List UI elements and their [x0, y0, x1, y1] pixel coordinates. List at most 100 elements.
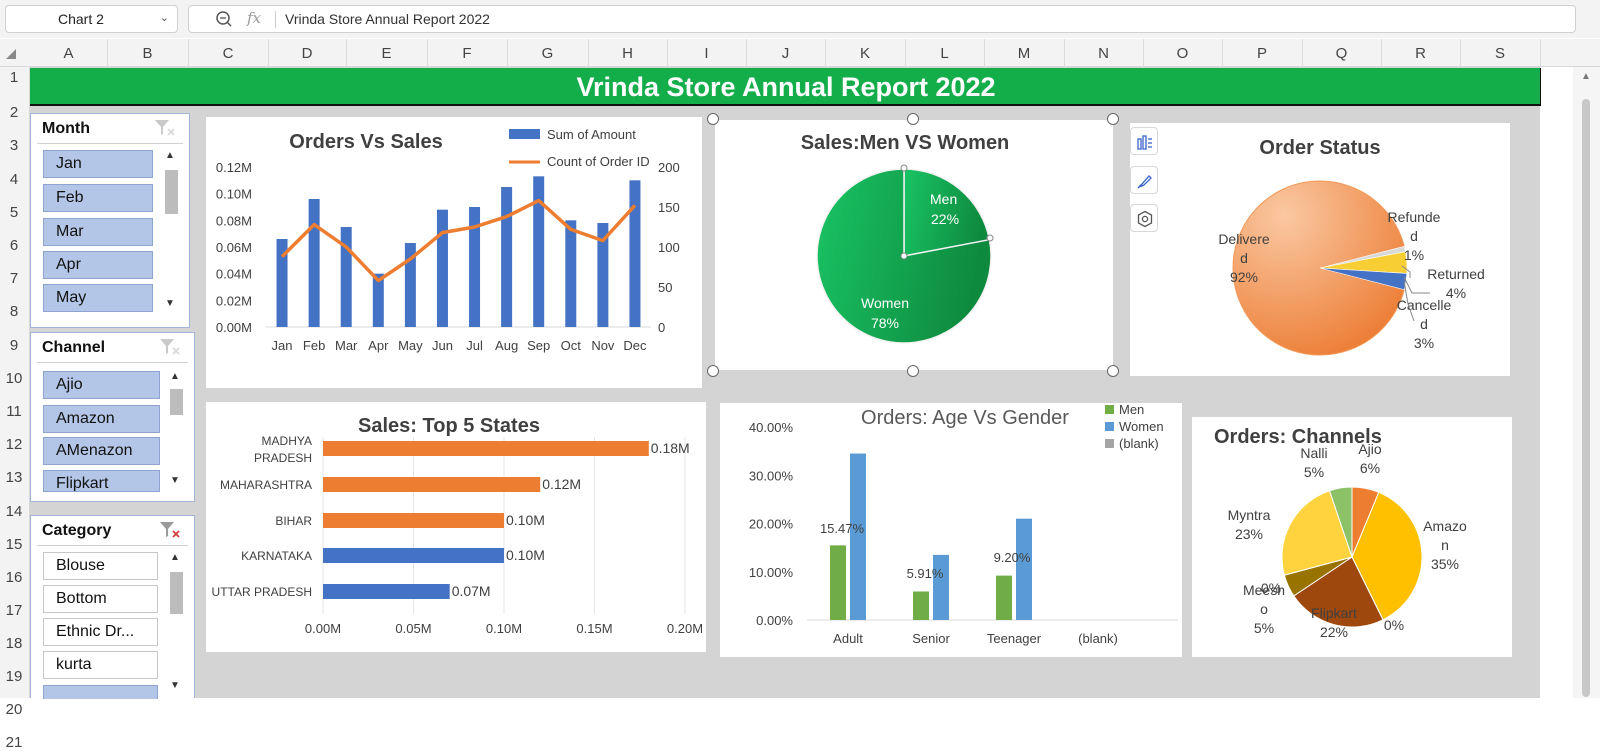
formula-input[interactable]: fx Vrinda Store Annual Report 2022	[188, 5, 1576, 33]
column-header-r[interactable]: R	[1381, 45, 1460, 62]
chart-filters-icon[interactable]	[1130, 204, 1158, 232]
scroll-up-icon[interactable]: ▲	[1581, 71, 1591, 82]
select-all-icon[interactable]	[6, 49, 16, 59]
column-header-g[interactable]: G	[507, 45, 588, 62]
column-header-q[interactable]: Q	[1302, 45, 1381, 62]
slicer-item-blouse[interactable]: Blouse	[43, 552, 158, 580]
column-header-n[interactable]: N	[1064, 45, 1143, 62]
order-status-chart[interactable]: Order Status Delivere d 92% Refunde d 1% Return…	[1130, 123, 1510, 376]
column-header-s[interactable]: S	[1460, 45, 1540, 62]
column-header-c[interactable]: C	[188, 45, 268, 62]
resize-handle[interactable]	[707, 365, 719, 377]
orders-channels-chart[interactable]: Orders: Channels Ajio 6% Amazo n 35% 0% Flipkar…	[1192, 417, 1512, 657]
orders-age-gender-chart[interactable]: Orders: Age Vs Gender Men Women (blank) 0.00…	[720, 403, 1182, 657]
title-banner[interactable]: Vrinda Store Annual Report 2022	[30, 68, 1542, 106]
chevron-down-icon[interactable]: ⌄	[160, 11, 169, 24]
column-header-j[interactable]: J	[746, 45, 825, 62]
row-header-9[interactable]: 9	[0, 337, 28, 354]
slicer-scroll-thumb[interactable]	[165, 170, 178, 214]
row-header-18[interactable]: 18	[0, 635, 28, 652]
column-header-f[interactable]: F	[427, 45, 507, 62]
scroll-down-icon[interactable]: ▼	[165, 298, 175, 309]
column-header-e[interactable]: E	[346, 45, 427, 62]
row-header-20[interactable]: 20	[0, 701, 28, 718]
slicer-item-flipkart[interactable]: Flipkart	[43, 470, 160, 492]
slicer-item-amenazon[interactable]: AMenazon	[43, 437, 160, 465]
resize-handle[interactable]	[1107, 113, 1119, 125]
row-header-13[interactable]: 13	[0, 469, 28, 486]
column-header-b[interactable]: B	[107, 45, 188, 62]
category-slicer[interactable]: Category Blouse Bottom Ethnic Dr... kurt…	[30, 515, 195, 699]
slicer-scrollbar[interactable]: ▲ ▼	[168, 552, 184, 699]
column-header-k[interactable]: K	[825, 45, 905, 62]
slicer-scroll-thumb[interactable]	[170, 389, 183, 415]
clear-filter-icon[interactable]	[153, 118, 177, 143]
zoom-icon[interactable]	[215, 10, 233, 33]
column-header-p[interactable]: P	[1222, 45, 1302, 62]
row-header-5[interactable]: 5	[0, 204, 28, 221]
orders-vs-sales-chart[interactable]: Orders Vs Sales Sum of Amount Count of Ord…	[206, 117, 702, 388]
row-header-17[interactable]: 17	[0, 602, 28, 619]
row-header-6[interactable]: 6	[0, 237, 28, 254]
row-header-8[interactable]: 8	[0, 303, 28, 320]
slicer-item-amazon[interactable]: Amazon	[43, 405, 160, 433]
month-slicer[interactable]: Month Jan Feb Mar Apr May ▲ ▼	[30, 113, 190, 328]
row-header-19[interactable]: 19	[0, 668, 28, 685]
clear-filter-icon[interactable]	[158, 520, 182, 545]
scroll-up-icon[interactable]: ▲	[170, 371, 180, 382]
column-header-d[interactable]: D	[268, 45, 346, 62]
row-header-11[interactable]: 11	[0, 403, 28, 420]
slicer-item-may[interactable]: May	[43, 284, 153, 312]
resize-handle[interactable]	[707, 113, 719, 125]
row-header-2[interactable]: 2	[0, 104, 28, 121]
row-header-16[interactable]: 16	[0, 569, 28, 586]
chart-elements-icon[interactable]	[1130, 127, 1158, 155]
slicer-item-ethnic-dress[interactable]: Ethnic Dr...	[43, 618, 158, 646]
fx-icon[interactable]: fx	[247, 9, 261, 27]
row-header-21[interactable]: 21	[0, 734, 28, 751]
row-header-10[interactable]: 10	[0, 370, 28, 387]
slicer-item-next[interactable]	[43, 685, 158, 699]
slicer-item-apr[interactable]: Apr	[43, 251, 153, 279]
scroll-down-icon[interactable]: ▼	[170, 680, 180, 691]
row-header-12[interactable]: 12	[0, 436, 28, 453]
column-header-i[interactable]: I	[667, 45, 746, 62]
chart-styles-icon[interactable]	[1130, 166, 1158, 194]
row-header-4[interactable]: 4	[0, 171, 28, 188]
row-header-3[interactable]: 3	[0, 137, 28, 154]
scroll-up-icon[interactable]: ▲	[170, 552, 180, 563]
scrollbar-thumb[interactable]	[1582, 99, 1590, 697]
channel-slicer[interactable]: Channel Ajio Amazon AMenazon Flipkart ▲ …	[30, 332, 195, 502]
clear-filter-icon[interactable]	[158, 337, 182, 362]
sales-top-states-chart[interactable]: Sales: Top 5 States 0.00M 0.05M 0.10M 0.15M 0…	[206, 402, 706, 652]
column-header-h[interactable]: H	[588, 45, 667, 62]
slicer-item-bottom[interactable]: Bottom	[43, 585, 158, 613]
row-header-14[interactable]: 14	[0, 503, 28, 520]
resize-handle[interactable]	[907, 365, 919, 377]
column-header-o[interactable]: O	[1143, 45, 1222, 62]
formula-text[interactable]: Vrinda Store Annual Report 2022	[285, 11, 490, 27]
resize-handle[interactable]	[1107, 365, 1119, 377]
empty-cells[interactable]	[1541, 67, 1569, 698]
scroll-down-icon[interactable]: ▼	[170, 475, 180, 486]
sales-men-women-chart[interactable]: Sales:Men VS Women Men 22% Women 78%	[715, 120, 1113, 370]
resize-handle[interactable]	[907, 113, 919, 125]
slicer-item-feb[interactable]: Feb	[43, 184, 153, 212]
row-header-7[interactable]: 7	[0, 270, 28, 287]
row-header-1[interactable]: 1	[0, 69, 28, 86]
column-header-m[interactable]: M	[984, 45, 1064, 62]
vertical-scrollbar[interactable]: ▲	[1573, 67, 1600, 698]
slicer-item-kurta[interactable]: kurta	[43, 651, 158, 679]
column-header-a[interactable]: A	[30, 45, 107, 62]
name-box[interactable]: Chart 2 ⌄	[5, 5, 178, 33]
slicer-scrollbar[interactable]: ▲ ▼	[163, 150, 179, 315]
slicer-item-mar[interactable]: Mar	[43, 218, 153, 246]
column-header-l[interactable]: L	[905, 45, 984, 62]
slicer-scrollbar[interactable]: ▲ ▼	[168, 371, 184, 496]
row-header-15[interactable]: 15	[0, 536, 28, 553]
scroll-up-icon[interactable]: ▲	[165, 150, 175, 161]
slicer-item-jan[interactable]: Jan	[43, 150, 153, 178]
column-divider[interactable]	[1540, 39, 1541, 67]
slicer-scroll-thumb[interactable]	[170, 572, 183, 614]
slicer-item-ajio[interactable]: Ajio	[43, 371, 160, 399]
